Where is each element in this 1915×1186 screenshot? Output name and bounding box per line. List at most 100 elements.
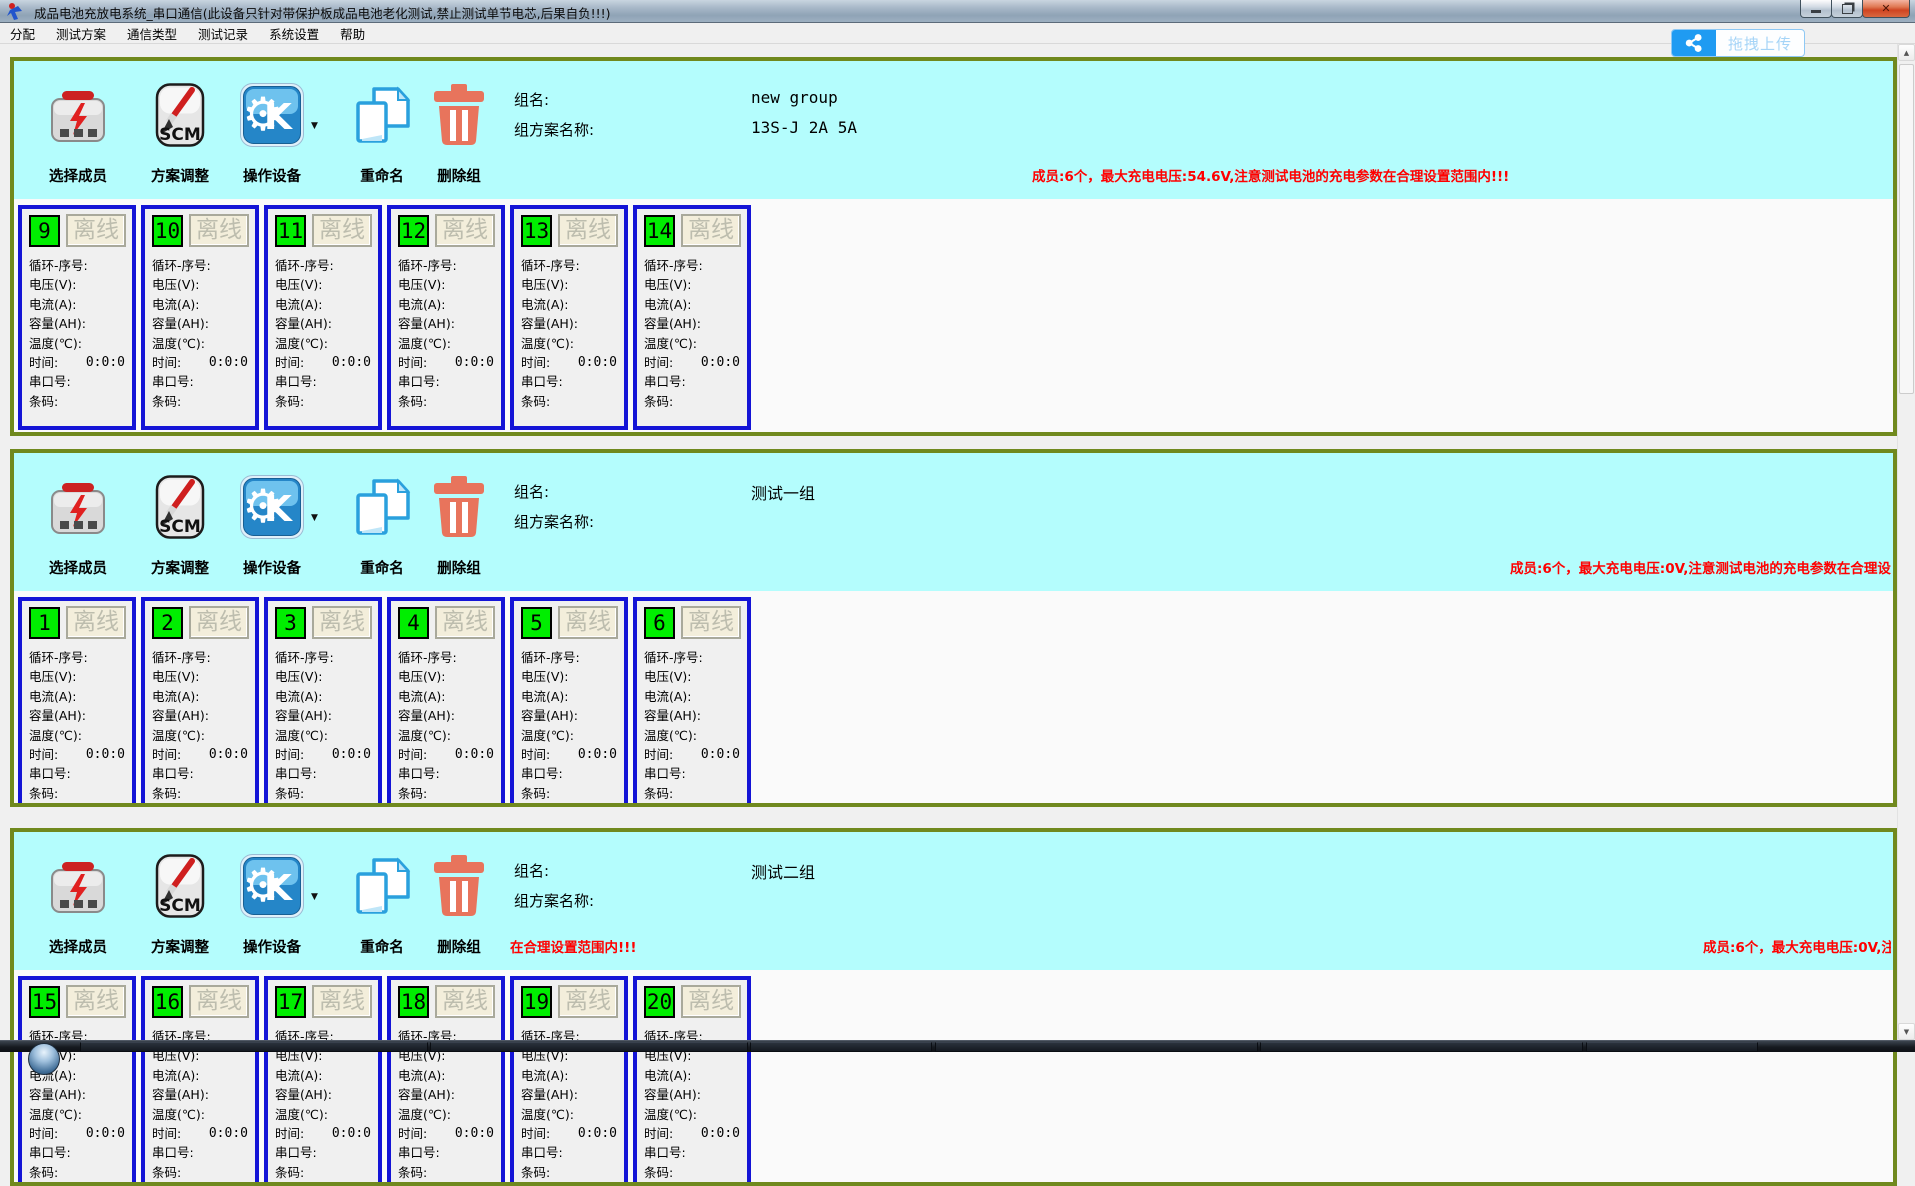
taskbar-button[interactable] xyxy=(1586,1042,1758,1052)
drag-upload-button[interactable]: 拖拽上传 xyxy=(1670,29,1805,57)
cell-number: 12 xyxy=(398,215,429,247)
operate-device-button[interactable]: 操作设备 xyxy=(227,854,317,966)
menu-item-test-plan[interactable]: 测试方案 xyxy=(50,22,112,45)
taskbar-button[interactable] xyxy=(80,1042,428,1052)
operate-device-dropdown-icon[interactable]: ▼ xyxy=(311,513,318,523)
battery-cell-card[interactable]: 6 离线 循环-序号: 电压(V): 电流(A): 容量(AH): 温度(℃):… xyxy=(633,597,751,803)
battery-cell-card[interactable]: 12 离线 循环-序号: 电压(V): 电流(A): 容量(AH): 温度(℃)… xyxy=(387,205,505,430)
cell-fields: 循环-序号: 电压(V): 电流(A): 容量(AH): 温度(℃): 时间: … xyxy=(521,648,619,803)
delete-group-button[interactable]: 删除组 xyxy=(414,475,504,587)
battery-cell-card[interactable]: 20 离线 循环-序号: 电压(V): 电流(A): 容量(AH): 温度(℃)… xyxy=(633,976,751,1182)
battery-cell-card[interactable]: 2 离线 循环-序号: 电压(V): 电流(A): 容量(AH): 温度(℃):… xyxy=(141,597,259,803)
delete-group-label: 删除组 xyxy=(437,940,481,956)
scm-icon xyxy=(148,475,212,539)
capacity-label: 容量(AH): xyxy=(275,316,332,332)
time-value: 0:0:0 xyxy=(700,747,740,763)
battery-cell-card[interactable]: 1 离线 循环-序号: 电压(V): 电流(A): 容量(AH): 温度(℃):… xyxy=(18,597,136,803)
battery-cell-card[interactable]: 14 离线 循环-序号: 电压(V): 电流(A): 容量(AH): 温度(℃)… xyxy=(633,205,751,430)
adjust-plan-button[interactable]: 方案调整 xyxy=(135,854,225,966)
current-label: 电流(A): xyxy=(644,296,692,312)
barcode-label: 条码: xyxy=(152,1164,182,1180)
battery-cell-card[interactable]: 17 离线 循环-序号: 电压(V): 电流(A): 容量(AH): 温度(℃)… xyxy=(264,976,382,1182)
cell-fields: 循环-序号: 电压(V): 电流(A): 容量(AH): 温度(℃): 时间: … xyxy=(152,256,250,411)
select-members-button[interactable]: 选择成员 xyxy=(33,854,123,966)
cell-status-badge: 离线 xyxy=(66,214,126,247)
time-row: 时间: 0:0:0 xyxy=(398,745,496,764)
plan-name-label: 组方案名称: xyxy=(514,121,595,139)
battery-cell-card[interactable]: 4 离线 循环-序号: 电压(V): 电流(A): 容量(AH): 温度(℃):… xyxy=(387,597,505,803)
temperature-label: 温度(℃): xyxy=(521,1106,575,1122)
drag-upload-label: 拖拽上传 xyxy=(1727,34,1792,53)
vertical-scrollbar[interactable]: ▲ ▼ xyxy=(1897,44,1915,1040)
time-label: 时间: xyxy=(521,747,551,763)
operate-device-label: 操作设备 xyxy=(243,940,301,956)
cycle-label: 循环-序号: xyxy=(29,258,88,273)
time-row: 时间: 0:0:0 xyxy=(275,353,373,372)
cell-status-badge: 离线 xyxy=(435,214,495,247)
delete-group-label: 删除组 xyxy=(437,169,481,185)
adjust-plan-button[interactable]: 方案调整 xyxy=(135,475,225,587)
delete-group-button[interactable]: 删除组 xyxy=(414,83,504,195)
taskbar-button[interactable] xyxy=(750,1042,932,1052)
time-row: 时间: 0:0:0 xyxy=(644,745,742,764)
serial-port-label: 串口号: xyxy=(275,766,317,782)
battery-cell-card[interactable]: 16 离线 循环-序号: 电压(V): 电流(A): 容量(AH): 温度(℃)… xyxy=(141,976,259,1182)
taskbar-button[interactable] xyxy=(1260,1042,1583,1052)
share-icon xyxy=(1671,30,1716,56)
start-orb[interactable] xyxy=(28,1043,60,1075)
time-label: 时间: xyxy=(644,355,674,371)
battery-cell-card[interactable]: 13 离线 循环-序号: 电压(V): 电流(A): 容量(AH): 温度(℃)… xyxy=(510,205,628,430)
battery-cell-card[interactable]: 11 离线 循环-序号: 电压(V): 电流(A): 容量(AH): 温度(℃)… xyxy=(264,205,382,430)
cell-fields: 循环-序号: 电压(V): 电流(A): 容量(AH): 温度(℃): 时间: … xyxy=(398,256,496,411)
battery-cell-card[interactable]: 18 离线 循环-序号: 电压(V): 电流(A): 容量(AH): 温度(℃)… xyxy=(387,976,505,1182)
adjust-plan-button[interactable]: 方案调整 xyxy=(135,83,225,195)
group-panel-1: 选择成员 方案调整 操作设备 ▼ 重命名 删除组 组名: 组方案名称: new … xyxy=(10,57,1897,436)
menu-item-system-settings[interactable]: 系统设置 xyxy=(263,22,325,45)
menu-item-test-record[interactable]: 测试记录 xyxy=(192,22,254,45)
battery-cell-card[interactable]: 5 离线 循环-序号: 电压(V): 电流(A): 容量(AH): 温度(℃):… xyxy=(510,597,628,803)
select-members-label: 选择成员 xyxy=(49,169,107,185)
taskbar-button[interactable] xyxy=(430,1042,748,1052)
menu-item-assign[interactable]: 分配 xyxy=(4,22,41,45)
battery-cell-card[interactable]: 19 离线 循环-序号: 电压(V): 电流(A): 容量(AH): 温度(℃)… xyxy=(510,976,628,1182)
time-label: 时间: xyxy=(644,1126,674,1142)
minimize-button[interactable] xyxy=(1800,0,1832,18)
battery-cell-card[interactable]: 10 离线 循环-序号: 电压(V): 电流(A): 容量(AH): 温度(℃)… xyxy=(141,205,259,430)
taskbar-button[interactable] xyxy=(935,1042,1258,1052)
close-button[interactable]: ✕ xyxy=(1862,0,1910,18)
time-row: 时间: 0:0:0 xyxy=(644,1124,742,1143)
operate-device-button[interactable]: 操作设备 xyxy=(227,475,317,587)
scroll-up-icon[interactable]: ▲ xyxy=(1898,44,1915,61)
menu-item-comm-type[interactable]: 通信类型 xyxy=(121,22,183,45)
select-members-button[interactable]: 选择成员 xyxy=(33,83,123,195)
cell-number: 17 xyxy=(275,986,306,1018)
battery-cell-card[interactable]: 15 离线 循环-序号: 电压(V): 电流(A): 容量(AH): 温度(℃)… xyxy=(18,976,136,1182)
operate-device-label: 操作设备 xyxy=(243,169,301,185)
temperature-label: 温度(℃): xyxy=(29,727,83,743)
group-warning-text-left: 在合理设置范围内!!! xyxy=(510,940,637,956)
battery-cell-card[interactable]: 3 离线 循环-序号: 电压(V): 电流(A): 容量(AH): 温度(℃):… xyxy=(264,597,382,803)
cell-number: 11 xyxy=(275,215,306,247)
cell-number: 16 xyxy=(152,986,183,1018)
operate-device-button[interactable]: 操作设备 xyxy=(227,83,317,195)
operate-device-dropdown-icon[interactable]: ▼ xyxy=(311,121,318,131)
cell-fields: 循环-序号: 电压(V): 电流(A): 容量(AH): 温度(℃): 时间: … xyxy=(275,256,373,411)
cell-status-badge: 离线 xyxy=(312,214,372,247)
group-panel-2: 选择成员 方案调整 操作设备 ▼ 重命名 删除组 组名: 组方案名称: 测试一组… xyxy=(10,449,1897,807)
capacity-label: 容量(AH): xyxy=(29,316,86,332)
battery-cell-card[interactable]: 9 离线 循环-序号: 电压(V): 电流(A): 容量(AH): 温度(℃):… xyxy=(18,205,136,430)
scrollbar-thumb[interactable] xyxy=(1899,64,1914,394)
time-label: 时间: xyxy=(29,747,59,763)
operate-device-dropdown-icon[interactable]: ▼ xyxy=(311,892,318,902)
delete-group-button[interactable]: 删除组 xyxy=(414,854,504,966)
scroll-down-icon[interactable]: ▼ xyxy=(1898,1023,1915,1040)
copy-file-icon xyxy=(350,83,414,147)
time-label: 时间: xyxy=(398,747,428,763)
menu-item-help[interactable]: 帮助 xyxy=(334,22,371,45)
barcode-label: 条码: xyxy=(521,393,551,409)
maximize-button[interactable] xyxy=(1831,0,1863,18)
current-label: 电流(A): xyxy=(29,296,77,312)
select-members-button[interactable]: 选择成员 xyxy=(33,475,123,587)
current-label: 电流(A): xyxy=(398,296,446,312)
cycle-label: 循环-序号: xyxy=(152,258,211,273)
